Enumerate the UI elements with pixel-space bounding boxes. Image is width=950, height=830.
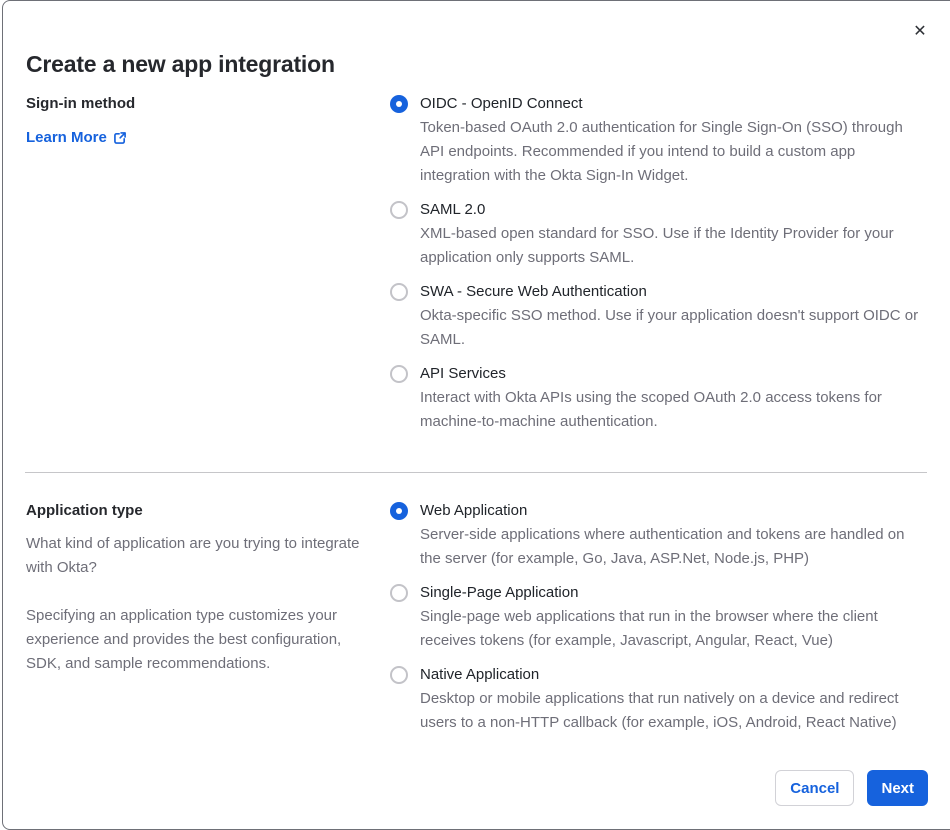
close-icon: ✕: [913, 23, 927, 40]
signin-method-options: OIDC - OpenID Connect Token-based OAuth …: [390, 92, 922, 444]
radio-option-swa[interactable]: SWA - Secure Web Authentication Okta-spe…: [390, 280, 922, 352]
dialog-title: Create a new app integration: [26, 51, 335, 78]
radio-unselected-icon[interactable]: [390, 365, 408, 383]
radio-unselected-icon[interactable]: [390, 283, 408, 301]
application-type-left-column: Application type What kind of applicatio…: [26, 499, 370, 676]
option-label[interactable]: Single-Page Application: [420, 581, 922, 605]
radio-unselected-icon[interactable]: [390, 666, 408, 684]
radio-selected-icon[interactable]: [390, 502, 408, 520]
application-type-label: Application type: [26, 502, 143, 519]
option-description: XML-based open standard for SSO. Use if …: [420, 225, 894, 266]
signin-method-left-column: Sign-in method Learn More: [26, 92, 366, 150]
option-description: Server-side applications where authentic…: [420, 526, 905, 567]
application-type-helper-2: Specifying an application type customize…: [26, 607, 342, 672]
next-button[interactable]: Next: [867, 770, 928, 806]
option-description: Interact with Okta APIs using the scoped…: [420, 389, 882, 430]
radio-option-single-page-application[interactable]: Single-Page Application Single-page web …: [390, 581, 922, 653]
radio-selected-icon[interactable]: [390, 95, 408, 113]
signin-method-label: Sign-in method: [26, 95, 136, 112]
radio-unselected-icon[interactable]: [390, 584, 408, 602]
section-divider: [25, 472, 927, 473]
option-label[interactable]: SWA - Secure Web Authentication: [420, 280, 922, 304]
external-link-icon: [113, 131, 127, 145]
dialog-footer: Cancel Next: [775, 770, 928, 806]
radio-option-saml[interactable]: SAML 2.0 XML-based open standard for SSO…: [390, 198, 922, 270]
option-label[interactable]: API Services: [420, 362, 922, 386]
application-type-helper-1: What kind of application are you trying …: [26, 535, 360, 576]
option-label[interactable]: SAML 2.0: [420, 198, 922, 222]
application-type-options: Web Application Server-side applications…: [390, 499, 922, 745]
close-button[interactable]: ✕: [906, 17, 934, 45]
option-description: Single-page web applications that run in…: [420, 608, 878, 649]
radio-option-web-application[interactable]: Web Application Server-side applications…: [390, 499, 922, 571]
learn-more-link[interactable]: Learn More: [26, 126, 127, 150]
radio-option-api-services[interactable]: API Services Interact with Okta APIs usi…: [390, 362, 922, 434]
radio-option-oidc[interactable]: OIDC - OpenID Connect Token-based OAuth …: [390, 92, 922, 188]
option-description: Desktop or mobile applications that run …: [420, 690, 899, 731]
cancel-button[interactable]: Cancel: [775, 770, 855, 806]
option-label[interactable]: OIDC - OpenID Connect: [420, 92, 922, 116]
option-label[interactable]: Web Application: [420, 499, 922, 523]
radio-unselected-icon[interactable]: [390, 201, 408, 219]
option-description: Okta-specific SSO method. Use if your ap…: [420, 307, 919, 348]
option-label[interactable]: Native Application: [420, 663, 922, 687]
radio-option-native-application[interactable]: Native Application Desktop or mobile app…: [390, 663, 922, 735]
option-description: Token-based OAuth 2.0 authentication for…: [420, 119, 903, 184]
learn-more-label: Learn More: [26, 129, 107, 146]
